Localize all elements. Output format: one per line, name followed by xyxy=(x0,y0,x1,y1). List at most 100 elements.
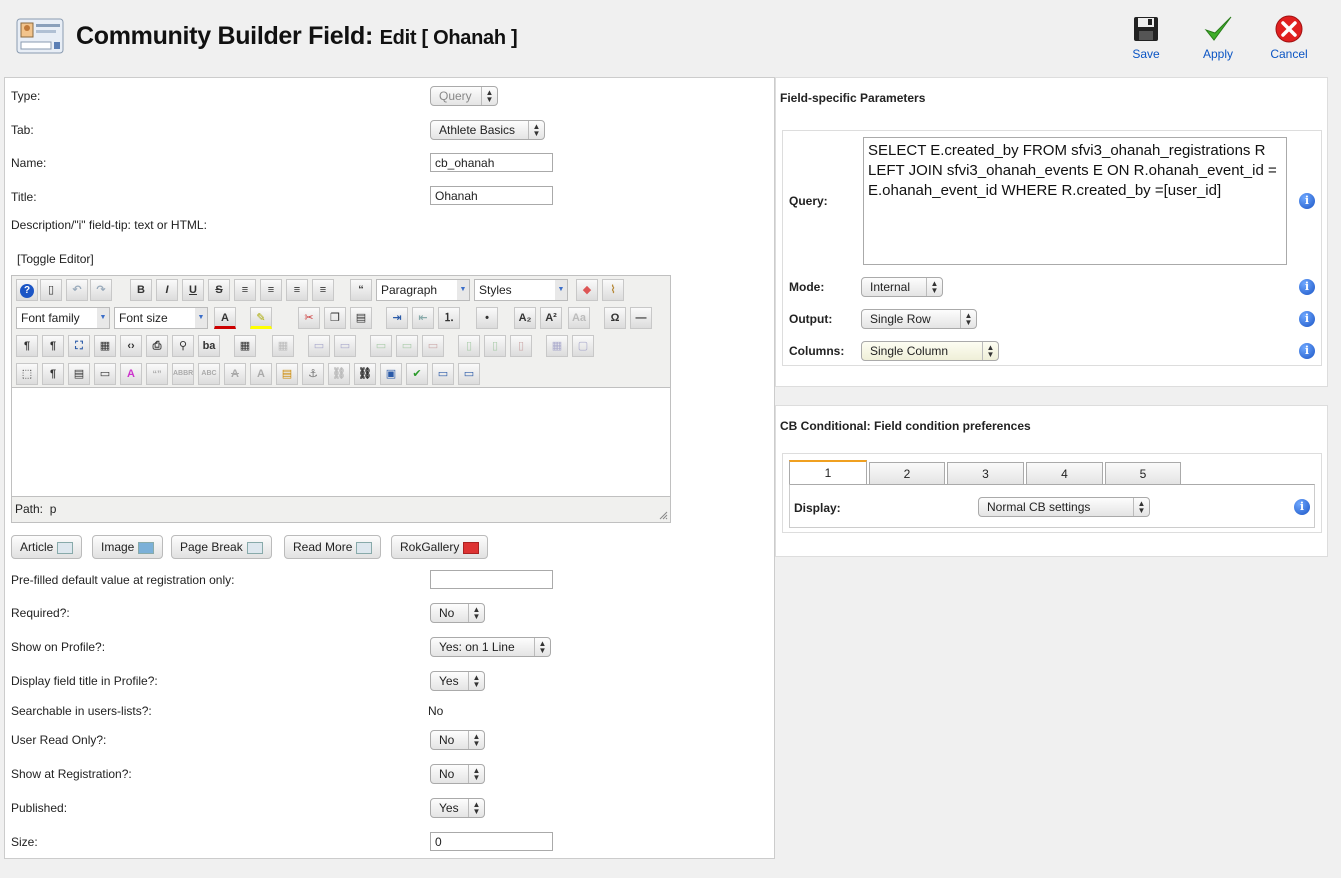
horizontal-rule-icon[interactable]: — xyxy=(630,307,652,329)
table-icon[interactable]: ▦ xyxy=(234,335,256,357)
type-select[interactable]: Query ▲ ▼ xyxy=(430,86,498,106)
fullscreen-icon[interactable]: ⛶ xyxy=(68,335,90,357)
media-icon[interactable]: ▭ xyxy=(432,363,454,385)
highlight-color-icon[interactable]: ✎ xyxy=(250,307,272,329)
template-icon[interactable]: ▭ xyxy=(94,363,116,385)
table-props-icon[interactable]: ▦ xyxy=(546,335,568,357)
delete-row-icon[interactable]: ▭ xyxy=(422,335,444,357)
search-icon[interactable]: ⚲ xyxy=(172,335,194,357)
deletion-icon[interactable]: A xyxy=(224,363,246,385)
visual-aid-icon[interactable]: ⬚ xyxy=(16,363,38,385)
underline-icon[interactable]: U xyxy=(182,279,204,301)
bold-icon[interactable]: B xyxy=(130,279,152,301)
cite-icon[interactable]: “” xyxy=(146,363,168,385)
row-before-icon[interactable]: ▭ xyxy=(308,335,330,357)
info-icon[interactable]: i xyxy=(1294,499,1310,515)
info-icon[interactable]: i xyxy=(1299,311,1315,327)
link-icon[interactable]: ⛓ xyxy=(354,363,376,385)
anchor-icon[interactable]: ⚓ xyxy=(302,363,324,385)
info-icon[interactable]: i xyxy=(1299,343,1315,359)
print-icon[interactable]: ⎙ xyxy=(146,335,168,357)
split-cells-icon[interactable]: ▯ xyxy=(458,335,480,357)
condition-tab-3[interactable]: 3 xyxy=(947,462,1024,484)
display-title-select[interactable]: Yes ▲ ▼ xyxy=(430,671,485,691)
condition-tab-2[interactable]: 2 xyxy=(869,462,945,484)
image-button[interactable]: Image xyxy=(92,535,164,559)
article-button[interactable]: Article xyxy=(11,535,83,559)
delete-col-icon[interactable]: ▯ xyxy=(510,335,532,357)
special-character-icon[interactable]: Ω xyxy=(604,307,626,329)
align-right-icon[interactable]: ≡ xyxy=(312,279,334,301)
spellcheck-icon[interactable]: ✔ xyxy=(406,363,428,385)
page-break-button[interactable]: Page Break xyxy=(171,535,272,559)
insertion-icon[interactable]: A xyxy=(250,363,272,385)
abbreviation-icon[interactable]: ABBR xyxy=(172,363,194,385)
rokgallery-button[interactable]: RokGallery xyxy=(391,535,489,559)
tab-select[interactable]: Athlete Basics ▲ ▼ xyxy=(430,120,545,140)
outdent-icon[interactable]: ⇤ xyxy=(412,307,434,329)
display-select[interactable]: Normal CB settings ▲ ▼ xyxy=(978,497,1150,517)
paragraph-format-select[interactable]: Paragraph ▼ xyxy=(376,279,470,301)
paste-word-icon[interactable]: ▤ xyxy=(68,363,90,385)
apply-button[interactable]: Apply xyxy=(1187,14,1249,64)
redo-icon[interactable]: ↷ xyxy=(90,279,112,301)
indent-icon[interactable]: ⇥ xyxy=(386,307,408,329)
layer-icon[interactable]: ▭ xyxy=(458,363,480,385)
query-textarea[interactable]: SELECT E.created_by FROM sfvi3_ohanah_re… xyxy=(863,137,1287,265)
styles-select[interactable]: Styles ▼ xyxy=(474,279,568,301)
new-document-icon[interactable]: ▯ xyxy=(40,279,62,301)
prefilled-input[interactable] xyxy=(430,570,553,589)
text-direction-icon[interactable]: Aa xyxy=(568,307,590,329)
name-input[interactable]: cb_ohanah xyxy=(430,153,553,172)
superscript-icon[interactable]: A² xyxy=(540,307,562,329)
save-button[interactable]: Save xyxy=(1115,14,1177,64)
info-icon[interactable]: i xyxy=(1299,279,1315,295)
cancel-button[interactable]: Cancel xyxy=(1258,14,1320,64)
cell-props-icon[interactable]: ▢ xyxy=(572,335,594,357)
cleanup-broom-icon[interactable]: ⌇ xyxy=(602,279,624,301)
col-after-icon[interactable]: ▭ xyxy=(396,335,418,357)
resize-grip-icon[interactable] xyxy=(658,510,668,520)
read-only-select[interactable]: No ▲ ▼ xyxy=(430,730,485,750)
font-size-select[interactable]: Font size ▼ xyxy=(114,307,208,329)
unlink-icon[interactable]: ⛓ xyxy=(328,363,350,385)
read-more-button[interactable]: Read More xyxy=(284,535,382,559)
cut-icon[interactable]: ✂ xyxy=(298,307,320,329)
row-after-icon[interactable]: ▭ xyxy=(334,335,356,357)
help-icon[interactable]: ? xyxy=(16,279,38,301)
text-color-icon[interactable]: A xyxy=(214,307,236,329)
show-profile-select[interactable]: Yes: on 1 Line ▲ ▼ xyxy=(430,637,551,657)
condition-tab-4[interactable]: 4 xyxy=(1026,462,1103,484)
italic-icon[interactable]: I xyxy=(156,279,178,301)
attributes-icon[interactable]: ▤ xyxy=(276,363,298,385)
acronym-icon[interactable]: ABC xyxy=(198,363,220,385)
merge-cells-icon[interactable]: ▯ xyxy=(484,335,506,357)
eraser-icon[interactable]: ◆ xyxy=(576,279,598,301)
size-input[interactable]: 0 xyxy=(430,832,553,851)
show-reg-select[interactable]: No ▲ ▼ xyxy=(430,764,485,784)
align-justify-icon[interactable]: ≡ xyxy=(234,279,256,301)
numbered-list-icon[interactable]: ⒈ xyxy=(438,307,460,329)
html-source-icon[interactable]: ‹› xyxy=(120,335,142,357)
ltr-icon[interactable]: ¶ xyxy=(16,335,38,357)
published-select[interactable]: Yes ▲ ▼ xyxy=(430,798,485,818)
editor-content-area[interactable] xyxy=(12,387,670,497)
title-input[interactable]: Ohanah xyxy=(430,186,553,205)
strikethrough-icon[interactable]: S xyxy=(208,279,230,301)
font-family-select[interactable]: Font family ▼ xyxy=(16,307,110,329)
copy-icon[interactable]: ❐ xyxy=(324,307,346,329)
col-before-icon[interactable]: ▭ xyxy=(370,335,392,357)
show-blocks-icon[interactable]: ¶ xyxy=(42,363,64,385)
blockquote-icon[interactable]: “ xyxy=(350,279,372,301)
paste-icon[interactable]: ▤ xyxy=(350,307,372,329)
info-icon[interactable]: i xyxy=(1299,193,1315,209)
required-select[interactable]: No ▲ ▼ xyxy=(430,603,485,623)
output-select[interactable]: Single Row ▲ ▼ xyxy=(861,309,977,329)
image-insert-icon[interactable]: ▣ xyxy=(380,363,402,385)
bullet-list-icon[interactable]: • xyxy=(476,307,498,329)
columns-select[interactable]: Single Column ▲ ▼ xyxy=(861,341,999,361)
align-center-icon[interactable]: ≡ xyxy=(260,279,282,301)
preview-icon[interactable]: ▦ xyxy=(94,335,116,357)
styles-icon[interactable]: A xyxy=(120,363,142,385)
rtl-icon[interactable]: ¶ xyxy=(42,335,64,357)
